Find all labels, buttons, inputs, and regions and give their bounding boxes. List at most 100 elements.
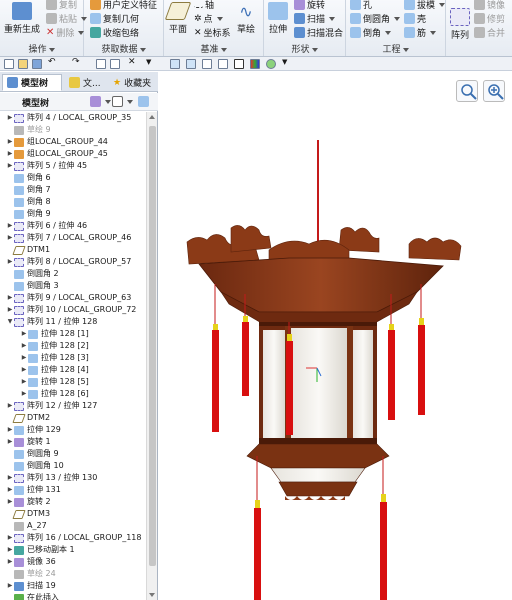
scroll-down-icon[interactable]: [149, 593, 155, 597]
scroll-up-icon[interactable]: [149, 115, 155, 119]
tree-row[interactable]: ▶ 拉伸 129: [0, 424, 146, 436]
hole-button[interactable]: 孔: [350, 0, 372, 11]
tree-row[interactable]: 倒圆角 3: [0, 280, 146, 292]
tree-filter-button[interactable]: [138, 96, 149, 110]
tree-settings-button[interactable]: [90, 96, 111, 107]
paste-button[interactable]: 粘贴: [46, 12, 88, 25]
view-no-hidden-icon[interactable]: [218, 59, 228, 69]
tree-row[interactable]: 倒角 6: [0, 172, 146, 184]
expand-toggle-icon[interactable]: ▶: [6, 556, 14, 568]
tree-row[interactable]: ▶ 阵列 12 / 拉伸 127: [0, 400, 146, 412]
revolve-button[interactable]: 旋转: [294, 0, 325, 11]
tree-row[interactable]: 倒角 7: [0, 184, 146, 196]
tree-row[interactable]: ▶ 拉伸 128 [5]: [0, 376, 146, 388]
view-wireframe-icon[interactable]: [234, 59, 244, 69]
tree-row[interactable]: ▶ 已移动副本 1: [0, 544, 146, 556]
tree-row[interactable]: ▶ 拉伸 128 [4]: [0, 364, 146, 376]
tree-row[interactable]: 倒圆角 10: [0, 460, 146, 472]
appearance-icon[interactable]: [250, 59, 260, 69]
display-style-icon[interactable]: [266, 59, 276, 69]
tree-row[interactable]: 在此插入: [0, 592, 146, 600]
tree-row[interactable]: ▶ 组LOCAL_GROUP_44: [0, 136, 146, 148]
open-icon[interactable]: [18, 59, 28, 69]
tree-row[interactable]: ▶ 阵列 13 / 拉伸 130: [0, 472, 146, 484]
expand-toggle-icon[interactable]: ▶: [6, 424, 14, 436]
tree-row[interactable]: ▶ 拉伸 131: [0, 484, 146, 496]
view-hidden-line-icon[interactable]: [202, 59, 212, 69]
expand-toggle-icon[interactable]: ▶: [20, 376, 28, 388]
expand-toggle-icon[interactable]: ▶: [6, 496, 14, 508]
tree-row[interactable]: A_27: [0, 520, 146, 532]
tree-row[interactable]: ▶ 阵列 10 / LOCAL_GROUP_72: [0, 304, 146, 316]
plane-button[interactable]: 平面: [164, 2, 192, 35]
expand-toggle-icon[interactable]: ▶: [6, 232, 14, 244]
expand-toggle-icon[interactable]: ▶: [6, 148, 14, 160]
expand-toggle-icon[interactable]: ▶: [6, 220, 14, 232]
expand-toggle-icon[interactable]: ▶: [6, 292, 14, 304]
tree-scrollbar[interactable]: [146, 112, 157, 600]
graphics-window[interactable]: [159, 72, 512, 600]
tree-row[interactable]: 草绘 9: [0, 124, 146, 136]
tree-row[interactable]: ▶ 拉伸 128 [6]: [0, 388, 146, 400]
rib-button[interactable]: 筋: [404, 26, 437, 39]
expand-toggle-icon[interactable]: ▶: [20, 352, 28, 364]
tree-row[interactable]: 倒角 9: [0, 208, 146, 220]
expand-toggle-icon[interactable]: ▶: [6, 484, 14, 496]
trim-button[interactable]: 修剪: [474, 12, 505, 25]
lantern-model[interactable]: [159, 72, 512, 600]
merge-button[interactable]: 合并: [474, 26, 505, 39]
tree-row[interactable]: ▶ 拉伸 128 [1]: [0, 328, 146, 340]
tree-row[interactable]: ▼ 阵列 11 / 拉伸 128: [0, 316, 146, 328]
chamfer-button[interactable]: 倒角: [350, 26, 392, 39]
round-button[interactable]: 倒圆角: [350, 12, 401, 25]
draft-button[interactable]: 拔模: [404, 0, 446, 11]
close-window-icon[interactable]: ✕: [128, 57, 138, 67]
tree-row[interactable]: ▶ 扫描 19: [0, 580, 146, 592]
regenerate-button[interactable]: 重新生成: [4, 2, 40, 35]
expand-toggle-icon[interactable]: ▶: [6, 472, 14, 484]
expand-toggle-icon[interactable]: ▶: [20, 388, 28, 400]
tree-row[interactable]: 倒圆角 9: [0, 448, 146, 460]
csys-button[interactable]: ✕ 坐标系: [194, 26, 231, 40]
view-shading-edges-icon[interactable]: [170, 59, 180, 69]
tree-row[interactable]: ▶ 旋转 1: [0, 436, 146, 448]
shrinkwrap-button[interactable]: 收缩包络: [90, 26, 139, 39]
tree-row[interactable]: DTM1: [0, 244, 146, 256]
expand-toggle-icon[interactable]: ▶: [6, 256, 14, 268]
tree-row[interactable]: 倒圆角 2: [0, 268, 146, 280]
new-icon[interactable]: [4, 59, 14, 69]
point-button[interactable]: ✲ 点: [194, 12, 223, 25]
view-dropdown-icon[interactable]: ▼: [282, 58, 292, 68]
expand-toggle-icon[interactable]: ▶: [6, 160, 14, 172]
mirror-button[interactable]: 镜像: [474, 0, 505, 11]
copy-geometry-button[interactable]: 复制几何: [90, 12, 139, 25]
tree-row[interactable]: ▶ 阵列 8 / LOCAL_GROUP_57: [0, 256, 146, 268]
tree-row[interactable]: ▶ 组LOCAL_GROUP_45: [0, 148, 146, 160]
redo-icon[interactable]: ↷: [72, 57, 82, 67]
windows-icon[interactable]: [110, 59, 120, 69]
tree-row[interactable]: ▶ 拉伸 128 [2]: [0, 340, 146, 352]
save-icon[interactable]: [32, 59, 42, 69]
expand-toggle-icon[interactable]: ▶: [6, 304, 14, 316]
customize-icon[interactable]: ▼: [146, 58, 156, 68]
tree-row[interactable]: DTM3: [0, 508, 146, 520]
expand-toggle-icon[interactable]: ▶: [20, 328, 28, 340]
tree-columns-button[interactable]: [112, 96, 133, 107]
tree-row[interactable]: ▶ 阵列 4 / LOCAL_GROUP_35: [0, 112, 146, 124]
delete-button[interactable]: ✕ 删除: [46, 26, 85, 39]
regenerate-small-icon[interactable]: [96, 59, 106, 69]
expand-toggle-icon[interactable]: ▶: [20, 340, 28, 352]
tree-row[interactable]: ▶ 旋转 2: [0, 496, 146, 508]
expand-toggle-icon[interactable]: ▶: [20, 364, 28, 376]
udf-button[interactable]: 用户定义特征: [90, 0, 157, 11]
tree-row[interactable]: ▶ 阵列 16 / LOCAL_GROUP_118: [0, 532, 146, 544]
extrude-button[interactable]: 拉伸: [268, 2, 288, 35]
expand-toggle-icon[interactable]: ▶: [6, 580, 14, 592]
tree-row[interactable]: ▶ 镜像 36: [0, 556, 146, 568]
undo-icon[interactable]: ↶: [48, 57, 58, 67]
tab-folder[interactable]: 文...: [64, 74, 106, 91]
tree-row[interactable]: 草绘 24: [0, 568, 146, 580]
tree-row[interactable]: ▶ 阵列 7 / LOCAL_GROUP_46: [0, 232, 146, 244]
pattern-button[interactable]: 阵列: [450, 8, 470, 41]
tree-row[interactable]: 倒角 8: [0, 196, 146, 208]
